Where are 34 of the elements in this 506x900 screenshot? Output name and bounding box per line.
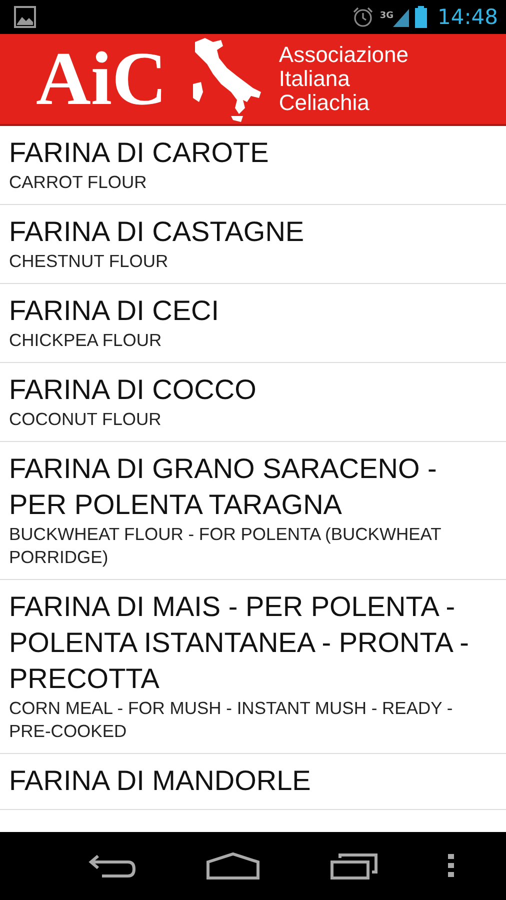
organization-name: Italiana — [278, 67, 351, 91]
menu-icon[interactable] — [448, 854, 454, 878]
item-title: FARINA DI CASTAGNE — [9, 215, 306, 249]
list-item[interactable]: FARINA DI CECI CHICKPEA FLOUR — [0, 284, 506, 363]
item-title: FARINA DI CECI — [9, 294, 220, 328]
logo-text: AiC — [36, 41, 167, 117]
back-icon[interactable] — [88, 852, 136, 880]
signal-icon — [393, 7, 410, 27]
recent-apps-icon[interactable] — [330, 852, 380, 880]
image-icon — [14, 6, 36, 28]
list-item[interactable]: FARINA DI GRANO SARACENO - PER POLENTA TARAGNA BUCKWHEAT FLOUR - FOR POLENTA (BUCKWHEAT PORRIDGE) — [0, 442, 506, 580]
item-subtitle: CHICKPEA FLOUR — [9, 329, 163, 352]
item-subtitle: CORN MEAL - FOR MUSH - INSTANT MUSH - READY - PRE-COOKED — [9, 697, 454, 743]
item-subtitle: COCONUT FLOUR — [9, 408, 162, 431]
item-title: FARINA DI GRANO SARACENO - PER POLENTA TARAGNA — [9, 452, 438, 522]
item-title: FARINA DI MANDORLE — [9, 764, 312, 798]
item-subtitle: CHESTNUT FLOUR — [9, 250, 170, 273]
alarm-icon — [352, 6, 374, 28]
item-subtitle: CARROT FLOUR — [9, 171, 148, 194]
item-subtitle: BUCKWHEAT FLOUR - FOR POLENTA (BUCKWHEAT PORRIDGE) — [9, 523, 442, 569]
list-item[interactable]: FARINA DI CASTAGNE CHESTNUT FLOUR — [0, 205, 506, 284]
list-item[interactable]: FARINA DI MANDORLE — [0, 754, 506, 810]
home-icon[interactable] — [206, 852, 260, 880]
list-item[interactable]: FARINA DI CAROTE CARROT FLOUR — [0, 126, 506, 205]
network-type: 3G — [380, 11, 394, 21]
item-title: FARINA DI COCCO — [9, 373, 258, 407]
organization-name: Associazione — [278, 43, 409, 67]
list-item[interactable]: FARINA DI COCCO COCONUT FLOUR — [0, 363, 506, 442]
battery-icon — [415, 6, 428, 28]
item-title: FARINA DI CAROTE — [9, 136, 270, 170]
organization-name: Celiachia — [278, 91, 370, 115]
clock: 14:48 — [437, 5, 498, 29]
list-item[interactable]: FARINA DI MAIS - PER POLENTA - POLENTA ISTANTANEA - PRONTA - PRECOTTA CORN MEAL - FOR MUSH - INSTANT MUSH - READY - PRE-COOKED — [0, 580, 506, 754]
item-title: FARINA DI MAIS - PER POLENTA - POLENTA ISTANTANEA - PRONTA - PRECOTTA — [9, 590, 470, 696]
